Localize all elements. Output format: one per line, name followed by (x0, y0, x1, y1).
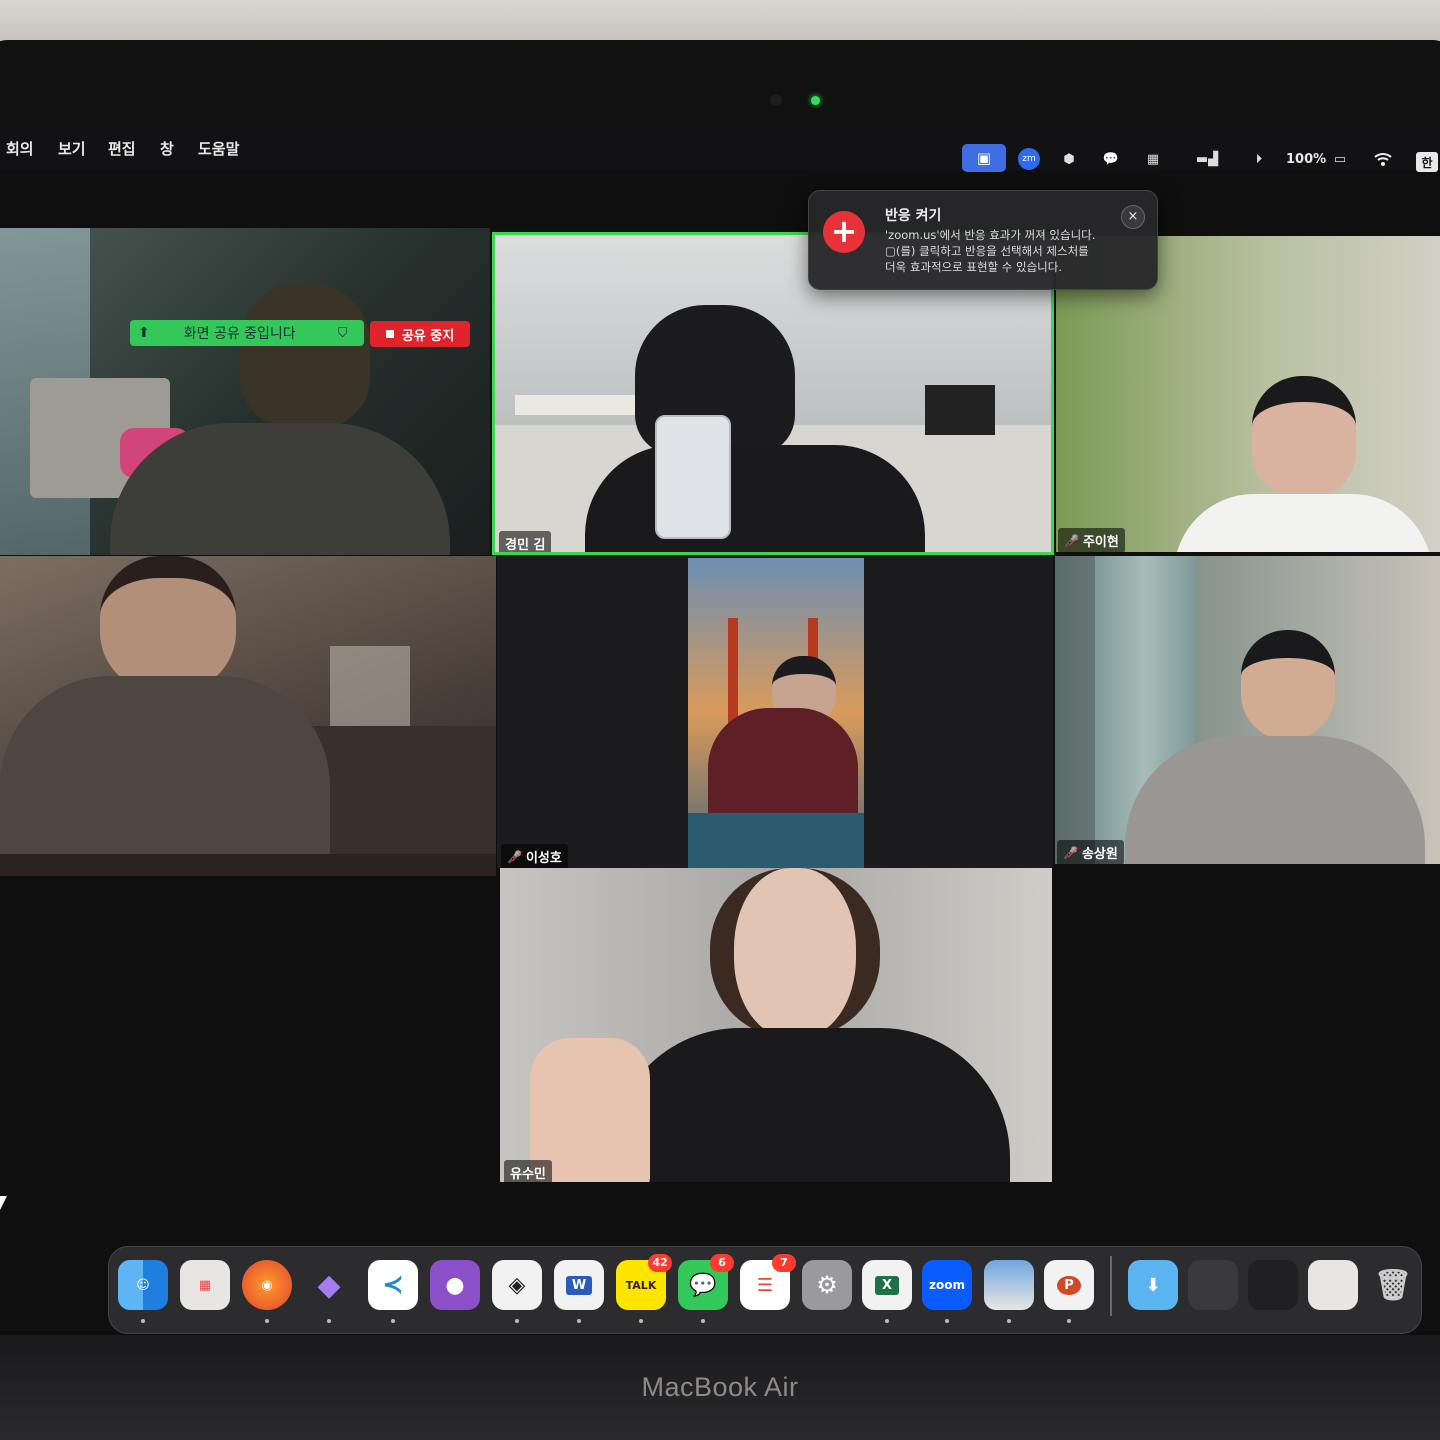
dock-firefox-icon[interactable]: ◉ (242, 1260, 292, 1310)
keyboard-icon[interactable]: ▦ (1142, 148, 1164, 170)
dock-running-indicator (1067, 1319, 1071, 1323)
share-arrow-icon: ⬆ (138, 325, 150, 341)
notification-line-2: ▢(를) 클릭하고 반응을 선택해서 제스처를 (885, 244, 1089, 258)
muted-mic-icon: 🎤̸ (507, 849, 522, 864)
dock-launchpad-icon[interactable]: ▦ (180, 1260, 230, 1310)
dock-recent-window-3[interactable] (1308, 1260, 1358, 1310)
participant-name-tag: 경민 김 (499, 531, 552, 552)
dock-github-icon[interactable]: ● (430, 1260, 480, 1310)
stop-icon (385, 330, 394, 338)
video-tile-participant-5[interactable]: 유수민 (500, 868, 1052, 1182)
dock-running-indicator (945, 1319, 949, 1323)
dock-excel-icon[interactable]: X (862, 1260, 912, 1310)
dock-running-indicator (639, 1319, 643, 1323)
dock-preview-icon[interactable] (984, 1260, 1034, 1310)
dock-running-indicator (577, 1319, 581, 1323)
shield-icon: ⛉ (337, 325, 348, 341)
menu-view[interactable]: 보기 (58, 138, 86, 159)
dock-downloads-folder-icon[interactable]: ⬇ (1128, 1260, 1178, 1310)
participant-name-tag: 🎤̸ 송상원 (1057, 840, 1124, 864)
dock-messages-icon[interactable]: 💬 6 (678, 1254, 734, 1310)
notification-line-3: 더욱 효과적으로 표현할 수 있습니다. (885, 260, 1062, 274)
reaction-add-icon: + (823, 211, 865, 253)
dock-trash-icon[interactable]: 🗑 (1368, 1260, 1418, 1310)
share-status-label: 화면 공유 중입니다 (183, 326, 296, 342)
video-tile-sharer[interactable] (0, 228, 490, 555)
dock-running-indicator (885, 1319, 889, 1323)
camera-indicator-light (811, 96, 820, 105)
battery-percent: 100% (1286, 152, 1327, 167)
dock-finder-icon[interactable]: ☺ (118, 1260, 168, 1310)
wifi-icon[interactable] (1372, 148, 1394, 170)
reactions-notification[interactable]: + 반응 켜기 'zoom.us'에서 반응 효과가 꺼져 있습니다. ▢(를)… (808, 190, 1158, 290)
dock-zoom-icon[interactable]: zoom (922, 1260, 972, 1310)
notification-title: 반응 켜기 (885, 208, 942, 224)
cat-status-icon[interactable]: ▬▟ (1184, 148, 1230, 170)
menu-meeting[interactable]: 회의 (6, 138, 34, 159)
dock-running-indicator (327, 1319, 331, 1323)
dock-running-indicator (265, 1319, 269, 1323)
dock-running-indicator (141, 1319, 145, 1323)
participant-name-tag: 유수민 (504, 1160, 552, 1182)
input-method-indicator[interactable]: 한 (1416, 152, 1438, 172)
device-brand-label: MacBook Air (641, 1372, 799, 1402)
participant-3-video (688, 558, 864, 868)
dock-recent-window-1[interactable] (1188, 1260, 1238, 1310)
menu-window[interactable]: 창 (160, 138, 174, 159)
participant-name-tag: 🎤̸ 주이현 (1058, 528, 1125, 552)
close-icon[interactable]: × (1121, 205, 1145, 229)
chat-record-icon[interactable]: 💬 (1100, 148, 1122, 170)
dock-obsidian-icon[interactable]: ◆ (304, 1260, 354, 1310)
dock-copilot-icon[interactable]: ◈ (492, 1260, 542, 1310)
messages-badge: 6 (710, 1254, 734, 1272)
dock-word-icon[interactable]: W (554, 1260, 604, 1310)
video-tile-participant-4[interactable]: 🎤̸ 송상원 (1055, 556, 1440, 864)
kakaotalk-badge: 42 (648, 1254, 672, 1272)
hexagon-app-icon[interactable]: ⬢ (1058, 148, 1080, 170)
battery-icon[interactable]: ▭ (1326, 148, 1354, 170)
mouse-cursor-icon (0, 1196, 7, 1210)
screen-share-icon[interactable]: ▣ (962, 144, 1006, 172)
participant-name-tag: 🎤̸ 이성호 (501, 844, 568, 868)
dock-separator (1110, 1256, 1112, 1316)
screen: 회의 보기 편집 창 도움말 ▣ zm ⬢ 💬 ▦ ▬▟ ⏵ 100% ▭ 한 … (0, 128, 1440, 1338)
screen-share-status-bar[interactable]: ⬆ 화면 공유 중입니다 ⛉ (130, 320, 364, 346)
menu-edit[interactable]: 편집 (108, 138, 136, 159)
menu-help[interactable]: 도움말 (198, 138, 239, 159)
dock-running-indicator (701, 1319, 705, 1323)
zoom-icon[interactable]: zm (1018, 148, 1040, 170)
camera-lens (770, 94, 782, 106)
stop-share-button[interactable]: 공유 중지 (370, 321, 470, 347)
dock-settings-icon[interactable]: ⚙ (802, 1260, 852, 1310)
dock-running-indicator (515, 1319, 519, 1323)
muted-mic-icon: 🎤̸ (1063, 845, 1078, 860)
notification-line-1: 'zoom.us'에서 반응 효과가 꺼져 있습니다. (885, 228, 1096, 242)
video-tile-participant-unnamed[interactable] (0, 556, 496, 876)
muted-mic-icon: 🎤̸ (1064, 533, 1079, 548)
dock-reminders-icon[interactable]: ☰ 7 (740, 1254, 796, 1310)
reminders-badge: 7 (772, 1254, 796, 1272)
dock-running-indicator (1007, 1319, 1011, 1323)
video-tile-participant-3[interactable]: 🎤̸ 이성호 (497, 556, 1053, 868)
dock-kakaotalk-icon[interactable]: TALK 42 (616, 1254, 672, 1310)
dock-running-indicator (391, 1319, 395, 1323)
dock-recent-window-2[interactable] (1248, 1260, 1298, 1310)
play-icon[interactable]: ⏵ (1248, 148, 1270, 170)
dock-vscode-icon[interactable]: ≺ (368, 1260, 418, 1310)
notification-body: 'zoom.us'에서 반응 효과가 꺼져 있습니다. ▢(를) 클릭하고 반응… (885, 227, 1135, 275)
stop-share-label: 공유 중지 (401, 328, 455, 344)
dock-powerpoint-icon[interactable]: P (1044, 1260, 1094, 1310)
